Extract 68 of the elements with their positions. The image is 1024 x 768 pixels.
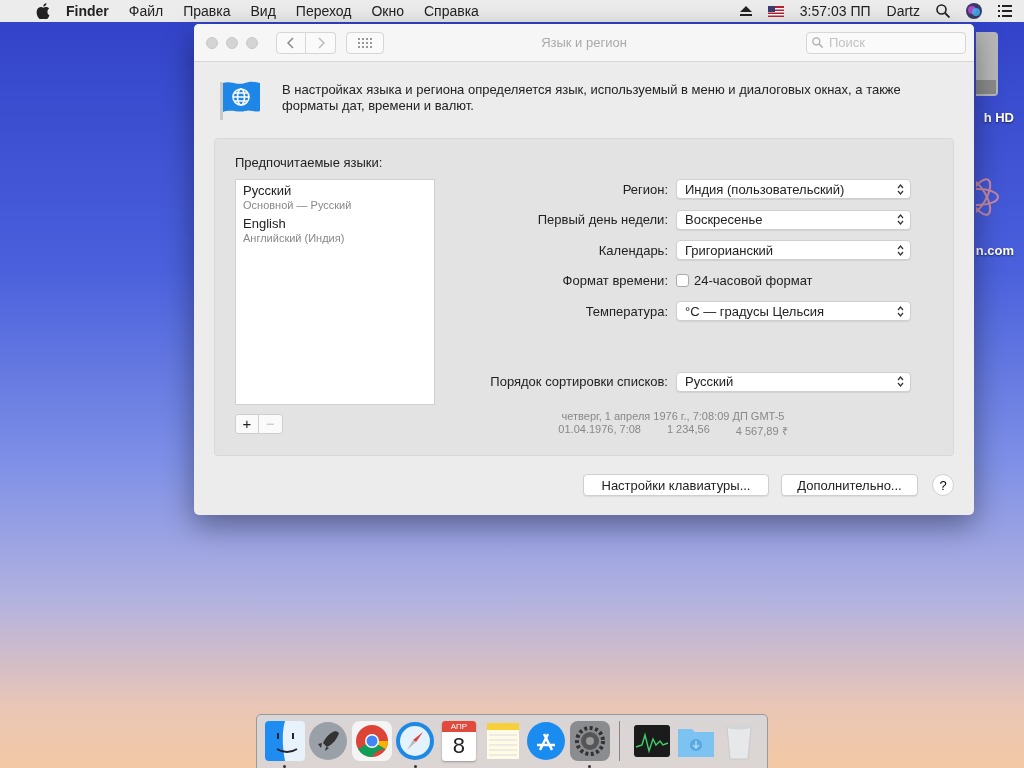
- popup-menu[interactable]: Русский: [676, 371, 911, 392]
- chrome-icon[interactable]: [351, 721, 392, 761]
- search-icon: [812, 37, 823, 48]
- rocket-icon[interactable]: [308, 721, 349, 761]
- popup-menu[interactable]: Индия (пользовательский): [676, 179, 911, 199]
- menu-item[interactable]: Вид: [250, 3, 276, 19]
- setting-label: Формат времени:: [561, 273, 668, 288]
- finder-icon[interactable]: [264, 721, 305, 761]
- chevron-right-icon: [316, 36, 325, 49]
- show-all-button[interactable]: [346, 31, 384, 54]
- menu-item[interactable]: Правка: [183, 3, 231, 19]
- preview-text: четверг, 1 апреля 1976 г., 7:08:09 ДП GMT-5: [561, 410, 785, 422]
- eject-icon[interactable]: [739, 6, 752, 16]
- dialog-button[interactable]: Настройки клавиатуры...: [583, 474, 769, 496]
- preview-text: 1 234,56: [666, 423, 710, 437]
- list-icon[interactable]: [998, 5, 1012, 17]
- preview-text: 01.04.1976, 7:08: [558, 423, 641, 437]
- grid-icon: [358, 37, 372, 48]
- menu-item[interactable]: Окно: [371, 3, 404, 19]
- calendar-month: АПР: [441, 721, 476, 732]
- calendar-day: 8: [452, 732, 466, 760]
- up-down-arrows-icon: [897, 244, 904, 256]
- checkbox-label[interactable]: 24-часовой формат: [694, 273, 813, 288]
- language-item[interactable]: Русский Основной — Русский: [236, 182, 434, 215]
- help-button[interactable]: ?: [932, 474, 954, 496]
- clock-text[interactable]: 3:57:03 ПП: [799, 3, 871, 19]
- user-name[interactable]: Dartz: [886, 3, 920, 19]
- apple-icon[interactable]: [36, 3, 50, 19]
- window-title: Язык и регион: [541, 35, 627, 50]
- popup-menu[interactable]: Григорианский: [676, 240, 911, 260]
- popup-menu[interactable]: °C — градусы Цельсия: [676, 301, 911, 321]
- popup-menu[interactable]: Воскресенье: [676, 209, 911, 230]
- globe-flag-icon: [218, 80, 262, 120]
- setting-label: Первый день недели:: [536, 212, 668, 227]
- search-field[interactable]: Поиск: [806, 31, 966, 54]
- language-item[interactable]: English Английский (Индия): [236, 215, 434, 248]
- preview-text: 4 567,89 ₹: [735, 424, 788, 438]
- flag-icon[interactable]: [767, 5, 784, 17]
- language-detail: Английский (Индия): [243, 232, 346, 244]
- desktop-icon-label[interactable]: h HD: [983, 110, 1014, 125]
- setting-label: Температура:: [584, 303, 668, 319]
- setting-label: Регион:: [621, 181, 668, 197]
- up-down-arrows-icon: [897, 376, 904, 387]
- language-name: English: [243, 216, 287, 231]
- setting-label: Порядок сортировки списков:: [489, 374, 668, 389]
- menu-item[interactable]: Файл: [128, 3, 164, 19]
- chevron-left-icon: [287, 36, 295, 49]
- menu-item[interactable]: Finder: [66, 3, 109, 19]
- setting-label: Календарь:: [597, 242, 668, 258]
- menu-item[interactable]: Переход: [295, 3, 352, 19]
- calendar-icon[interactable]: АПР 8: [441, 721, 476, 761]
- search-icon[interactable]: [936, 4, 950, 18]
- compass-icon[interactable]: [395, 721, 436, 761]
- languages-label: Предпочитаемые языки:: [235, 155, 384, 170]
- language-name: Русский: [243, 183, 293, 198]
- siri-icon[interactable]: [966, 3, 982, 19]
- add-button[interactable]: +: [235, 414, 259, 434]
- language-detail: Основной — Русский: [243, 199, 353, 211]
- dialog-button[interactable]: Дополнительно...: [781, 474, 918, 496]
- gear-icon[interactable]: [569, 721, 610, 761]
- desktop-icon-label[interactable]: n.com: [975, 243, 1014, 258]
- checkbox[interactable]: [676, 274, 689, 287]
- description-text: В настройках языка и региона определяется язык, используемый в меню и диалоговых окнах, а также форматы дат, времени и валют.: [282, 81, 902, 114]
- up-down-arrows-icon: [897, 305, 904, 317]
- up-down-arrows-icon: [897, 183, 904, 195]
- back-button[interactable]: [276, 31, 306, 54]
- menu-item[interactable]: Справка: [424, 3, 479, 19]
- up-down-arrows-icon: [897, 214, 904, 225]
